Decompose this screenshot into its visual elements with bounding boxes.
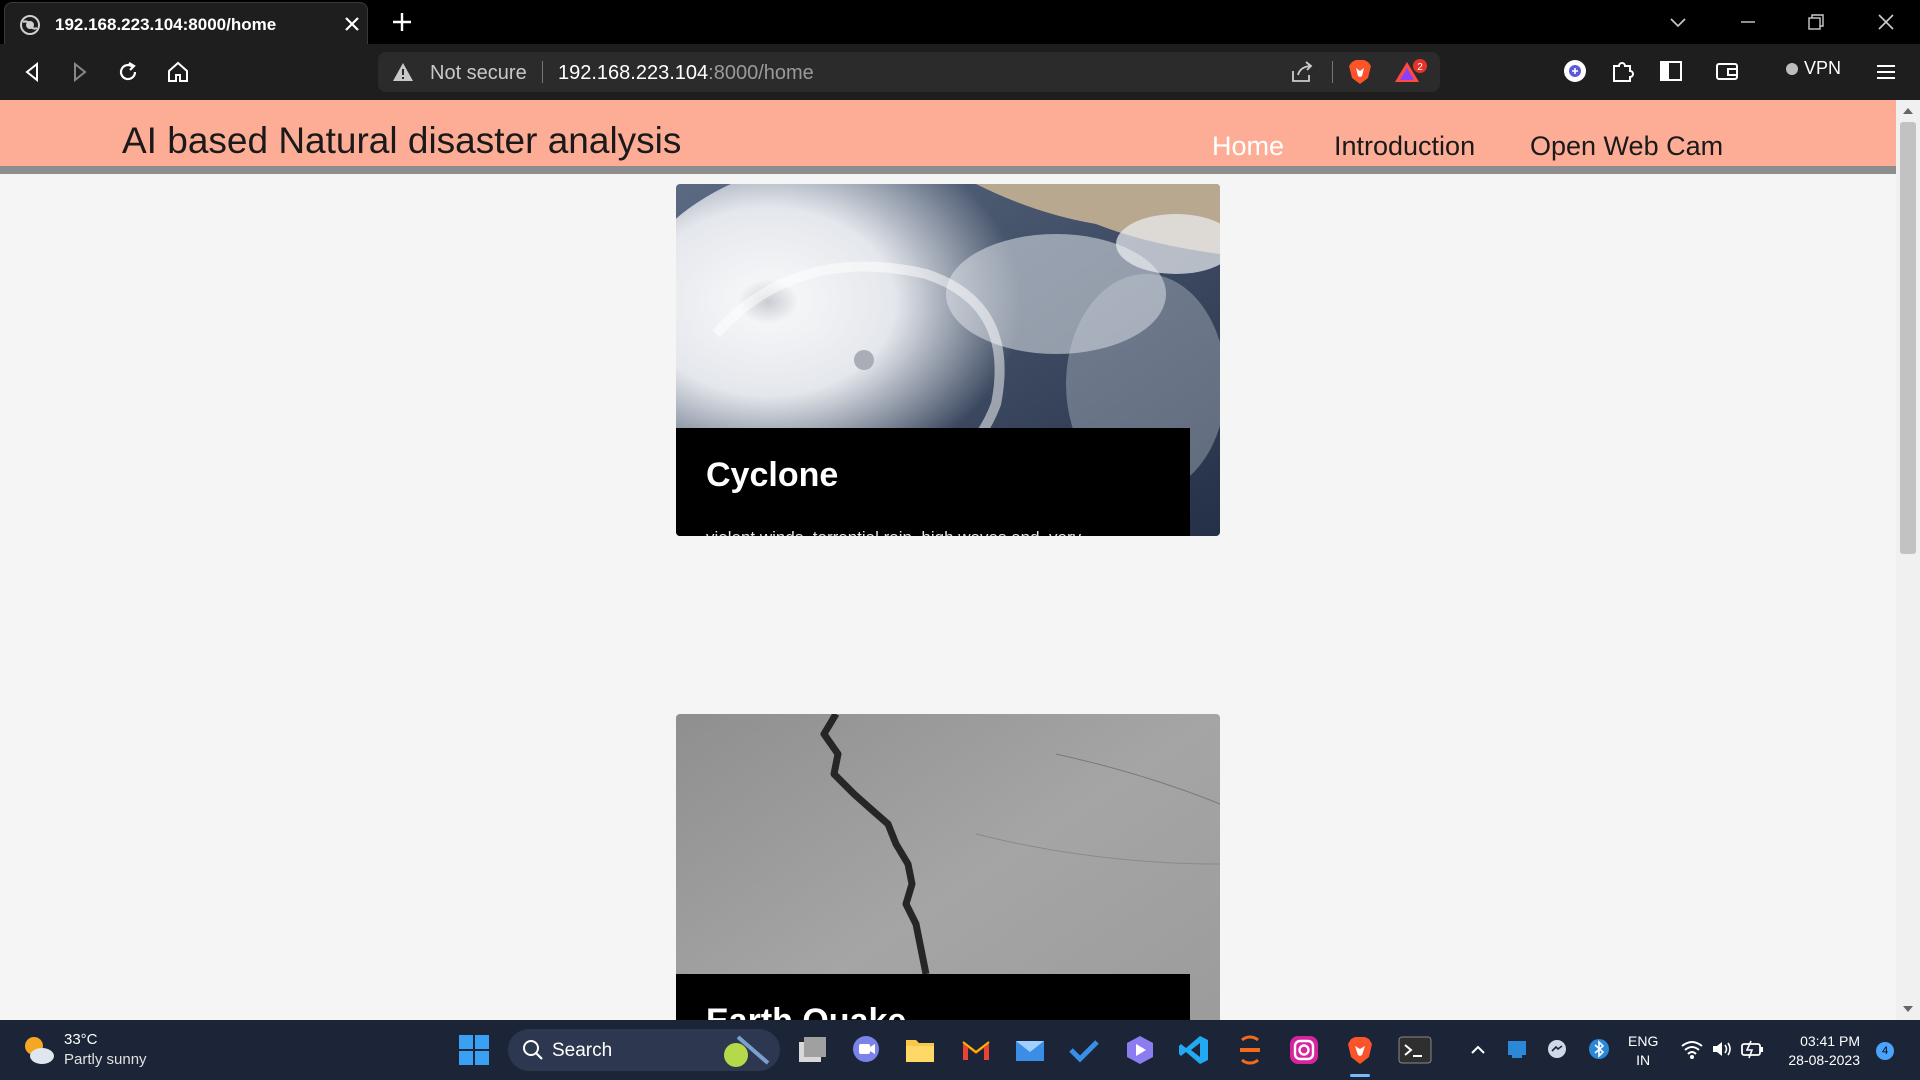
back-icon[interactable] <box>20 60 44 84</box>
minimize-icon[interactable] <box>1736 10 1760 34</box>
windows-start-icon[interactable] <box>458 1034 490 1066</box>
share-icon[interactable] <box>1290 61 1314 83</box>
card-description: violent winds, torrential rain, high wav… <box>706 525 1160 536</box>
language-indicator[interactable]: ENG IN <box>1628 1032 1658 1070</box>
file-explorer-icon[interactable] <box>904 1034 936 1066</box>
chevron-up-icon[interactable] <box>1468 1040 1488 1060</box>
browser-tab[interactable]: 192.168.223.104:8000/home <box>4 2 368 44</box>
vpn-label: VPN <box>1804 58 1842 78</box>
brave-rewards-icon[interactable]: 2 <box>1394 58 1430 86</box>
rewards-badge: 2 <box>1417 62 1423 73</box>
scroll-up-arrow-icon[interactable] <box>1902 106 1914 116</box>
security-label[interactable]: Not secure <box>430 62 527 85</box>
search-label: Search <box>552 1040 613 1061</box>
nav-home[interactable]: Home <box>1212 131 1284 162</box>
language-code: ENG <box>1628 1033 1659 1049</box>
sidebar-icon[interactable] <box>1658 58 1684 84</box>
power-automate-icon[interactable] <box>1124 1034 1156 1066</box>
tab-search-chevron-icon[interactable] <box>1666 10 1690 34</box>
bluetooth-icon[interactable] <box>1588 1038 1610 1060</box>
globe-icon <box>19 14 41 36</box>
scrollbar-thumb[interactable] <box>1900 122 1916 554</box>
region-code: IN <box>1636 1052 1651 1068</box>
card-title: Cyclone <box>706 456 839 494</box>
clock-date: 28-08-2023 <box>1788 1052 1860 1068</box>
site-navbar: AI based Natural disaster analysis Home … <box>0 100 1896 174</box>
wifi-icon[interactable] <box>1680 1038 1704 1060</box>
clock-time: 03:41 PM <box>1800 1033 1860 1049</box>
divider <box>1332 61 1333 83</box>
nav-open-web-cam[interactable]: Open Web Cam <box>1530 131 1723 162</box>
search-highlight-icon <box>718 1031 774 1069</box>
terminal-icon[interactable] <box>1398 1034 1432 1066</box>
weather-description[interactable]: Partly sunny <box>64 1051 147 1068</box>
gmail-icon[interactable] <box>960 1034 992 1066</box>
card-title: Earth Quake <box>706 1002 1160 1020</box>
new-tab-plus-icon[interactable] <box>390 10 414 34</box>
taskbar-search-box[interactable]: Search <box>508 1029 780 1071</box>
extensions-puzzle-icon[interactable] <box>1610 58 1636 84</box>
close-window-icon[interactable] <box>1874 10 1898 34</box>
search-icon <box>522 1039 544 1061</box>
active-app-indicator <box>1350 1074 1370 1077</box>
page-viewport: Cyclone violent winds, torrential rain, … <box>0 100 1896 1020</box>
todo-icon[interactable] <box>1068 1034 1100 1066</box>
home-icon[interactable] <box>166 60 190 84</box>
disaster-card-earthquake[interactable]: Earth Quake <box>676 714 1220 1020</box>
url-text[interactable]: 192.168.223.104:8000/home <box>558 62 814 85</box>
address-bar[interactable]: Not secure 192.168.223.104:8000/home 2 <box>378 52 1440 92</box>
vpn-status-dot <box>1786 63 1798 75</box>
vpn-button[interactable]: VPN <box>1786 58 1841 79</box>
system-clock[interactable]: 03:41 PM 28-08-2023 <box>1780 1032 1860 1070</box>
weather-temperature[interactable]: 33°C <box>64 1031 98 1048</box>
volume-icon[interactable] <box>1710 1038 1734 1060</box>
card-caption: Earth Quake <box>676 974 1190 1020</box>
page-scrollbar[interactable] <box>1896 100 1920 1020</box>
mail-icon[interactable] <box>1014 1034 1046 1066</box>
url-path: :8000/home <box>708 62 814 84</box>
wallet-icon[interactable] <box>1714 58 1740 84</box>
card-caption: Cyclone violent winds, torrential rain, … <box>676 428 1190 536</box>
weather-icon[interactable] <box>20 1032 56 1068</box>
close-tab-icon[interactable] <box>342 14 362 34</box>
browser-toolbar: Not secure 192.168.223.104:8000/home 2 V… <box>0 44 1920 100</box>
nav-introduction[interactable]: Introduction <box>1334 131 1475 162</box>
restore-icon[interactable] <box>1804 10 1828 34</box>
brave-shields-icon[interactable] <box>1346 58 1374 86</box>
app-icon[interactable] <box>1234 1034 1266 1066</box>
extension-circle-icon[interactable] <box>1562 58 1588 84</box>
tray-app-icon[interactable] <box>1506 1038 1528 1060</box>
battery-icon[interactable] <box>1740 1038 1766 1060</box>
scroll-down-arrow-icon[interactable] <box>1902 1004 1914 1014</box>
instagram-icon[interactable] <box>1288 1034 1320 1066</box>
brave-icon[interactable] <box>1344 1034 1376 1066</box>
url-host: 192.168.223.104 <box>558 62 709 84</box>
site-title[interactable]: AI based Natural disaster analysis <box>122 120 681 162</box>
forward-icon[interactable] <box>68 60 92 84</box>
warning-icon[interactable] <box>392 62 414 82</box>
reload-icon[interactable] <box>116 60 140 84</box>
windows-taskbar: 33°C Partly sunny Search ENG IN 03:41 PM… <box>0 1020 1920 1080</box>
browser-tab-strip: 192.168.223.104:8000/home <box>0 0 1920 44</box>
notification-badge[interactable]: 4 <box>1876 1042 1894 1060</box>
tab-title: 192.168.223.104:8000/home <box>55 15 277 34</box>
teams-chat-icon[interactable] <box>850 1034 882 1066</box>
disaster-card-cyclone[interactable]: Cyclone violent winds, torrential rain, … <box>676 184 1220 536</box>
divider <box>542 61 543 83</box>
menu-icon[interactable] <box>1874 60 1898 84</box>
vscode-icon[interactable] <box>1178 1034 1210 1066</box>
task-view-icon[interactable] <box>796 1034 828 1066</box>
tray-messenger-icon[interactable] <box>1546 1038 1568 1060</box>
